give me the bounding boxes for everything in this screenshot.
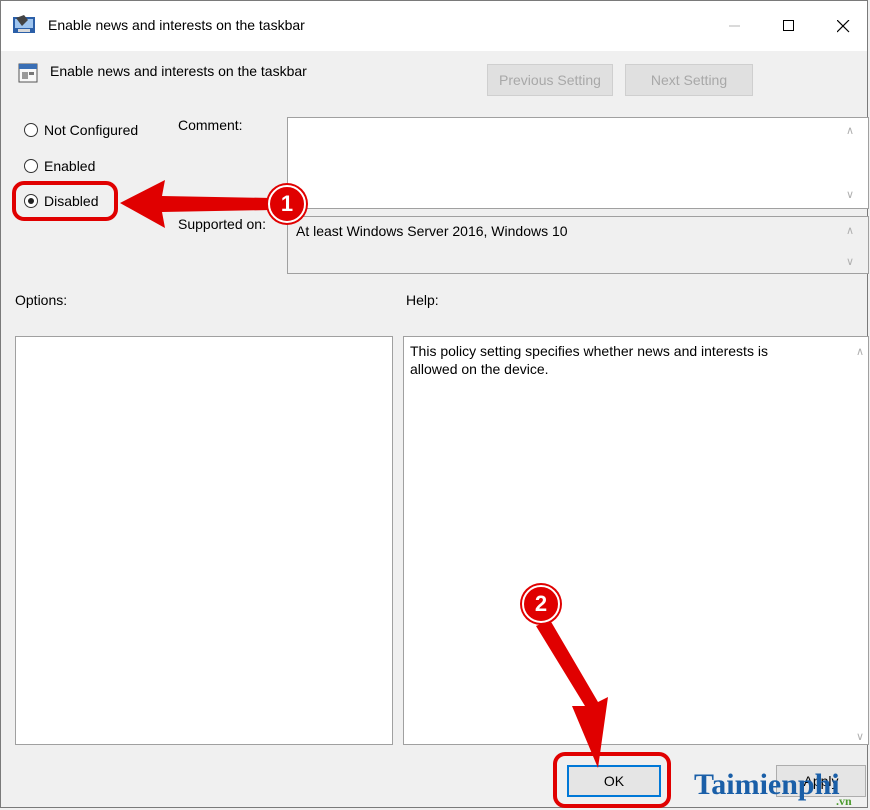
comment-label: Comment: [178, 117, 243, 133]
policy-setting-icon [18, 63, 38, 83]
radio-label: Enabled [44, 158, 96, 174]
radio-enabled[interactable]: Enabled [24, 158, 95, 174]
highlight-disabled [12, 181, 118, 221]
scroll-down-icon[interactable]: ∨ [856, 730, 864, 743]
previous-setting-button[interactable]: Previous Setting [487, 64, 613, 96]
help-text: This policy setting specifies whether ne… [410, 343, 768, 377]
radio-not-configured[interactable]: Not Configured [24, 122, 138, 138]
minimize-button[interactable] [712, 1, 758, 51]
radio-circle[interactable] [24, 123, 38, 137]
comment-textarea[interactable] [287, 117, 869, 209]
policy-app-icon [13, 15, 35, 33]
step-2-badge: 2 [522, 585, 560, 623]
options-panel [15, 336, 393, 745]
minimize-icon [729, 25, 740, 27]
next-setting-button[interactable]: Next Setting [625, 64, 753, 96]
scroll-down-icon[interactable]: ∨ [846, 255, 854, 268]
step-1-badge: 1 [268, 185, 306, 223]
help-label: Help: [406, 292, 439, 308]
policy-name: Enable news and interests on the taskbar [50, 63, 307, 79]
options-label: Options: [15, 292, 68, 308]
scroll-up-icon[interactable]: ∧ [856, 345, 864, 358]
highlight-ok [553, 752, 671, 808]
maximize-icon [783, 20, 794, 31]
watermark-suffix: .vn [836, 794, 852, 808]
maximize-button[interactable] [766, 1, 812, 51]
window-title: Enable news and interests on the taskbar [48, 17, 305, 33]
radio-label: Not Configured [44, 122, 139, 138]
watermark-logo: Taimienphi [694, 768, 840, 801]
radio-circle[interactable] [24, 159, 38, 173]
supported-on-label: Supported on: [178, 216, 266, 232]
supported-on-value: At least Windows Server 2016, Windows 10 [296, 223, 568, 239]
scroll-down-icon[interactable]: ∨ [846, 188, 854, 201]
close-button[interactable] [820, 1, 866, 51]
help-panel [403, 336, 869, 745]
scroll-up-icon[interactable]: ∧ [846, 224, 854, 237]
scroll-up-icon[interactable]: ∧ [846, 124, 854, 137]
close-icon [836, 19, 849, 32]
